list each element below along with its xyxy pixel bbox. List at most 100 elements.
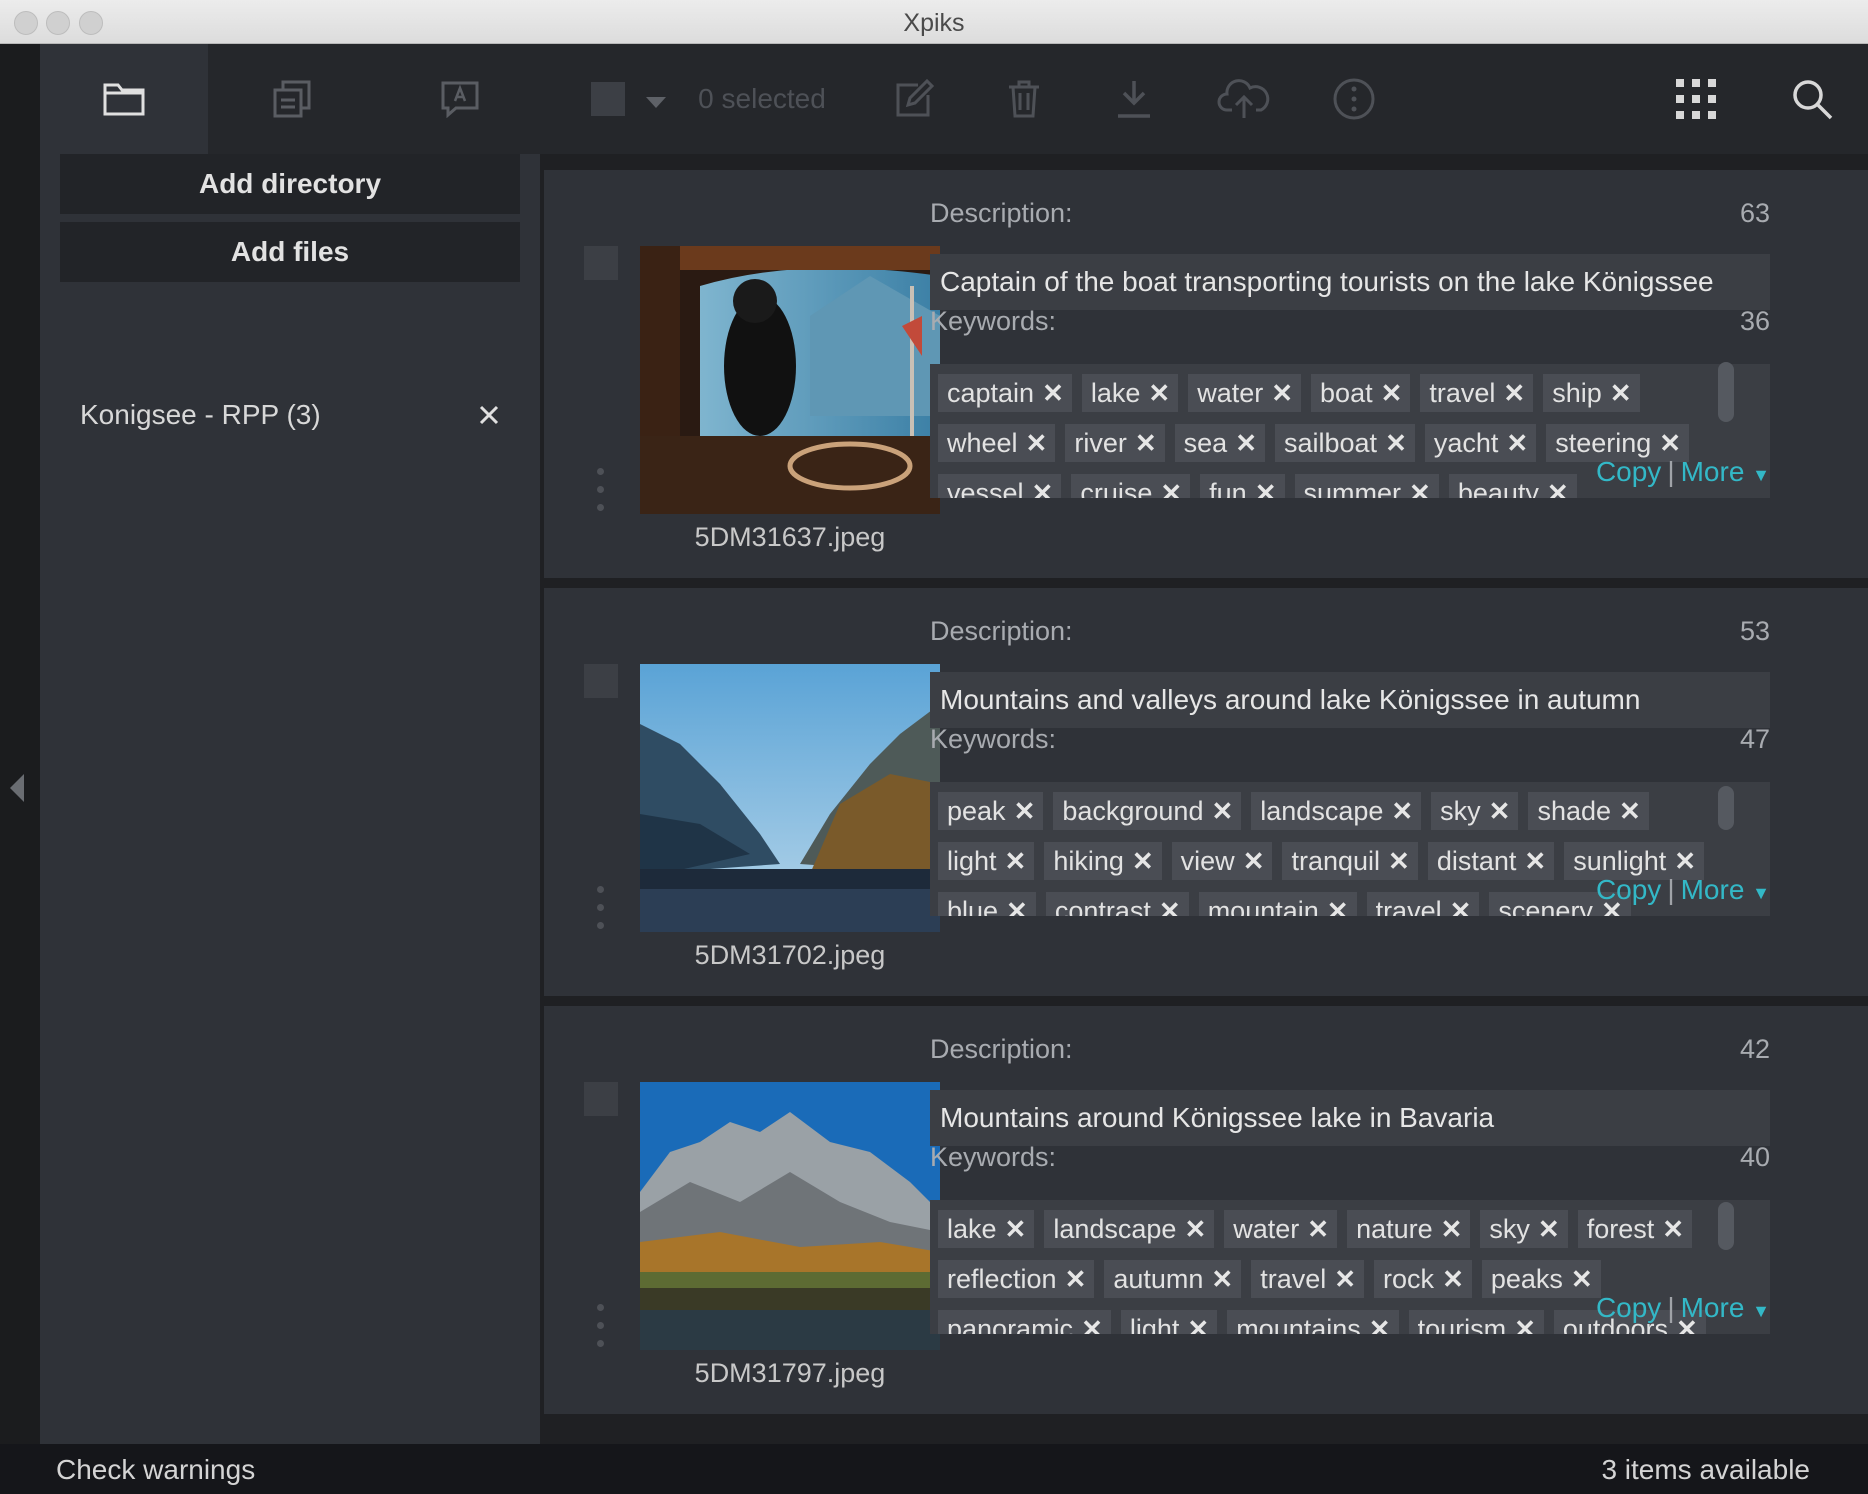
keyword-chip[interactable]: sea ✕ bbox=[1174, 424, 1265, 462]
artwork-checkbox[interactable] bbox=[584, 664, 618, 698]
remove-keyword-icon[interactable]: ✕ bbox=[1065, 1264, 1087, 1295]
remove-keyword-icon[interactable]: ✕ bbox=[1442, 1264, 1464, 1295]
remove-keyword-icon[interactable]: ✕ bbox=[1538, 1214, 1560, 1245]
keyword-chip[interactable]: landscape ✕ bbox=[1251, 792, 1422, 830]
download-button[interactable] bbox=[1106, 44, 1162, 154]
remove-keyword-icon[interactable]: ✕ bbox=[1255, 478, 1277, 499]
remove-keyword-icon[interactable]: ✕ bbox=[1148, 378, 1170, 409]
close-icon[interactable] bbox=[478, 404, 500, 426]
keyword-chip[interactable]: forest ✕ bbox=[1577, 1210, 1693, 1248]
grid-view-button[interactable] bbox=[1668, 44, 1724, 154]
remove-keyword-icon[interactable]: ✕ bbox=[1674, 846, 1696, 877]
remove-keyword-icon[interactable]: ✕ bbox=[1659, 428, 1681, 459]
remove-keyword-icon[interactable]: ✕ bbox=[1014, 796, 1036, 827]
artwork-thumbnail[interactable] bbox=[640, 1082, 940, 1350]
remove-keyword-icon[interactable]: ✕ bbox=[1385, 428, 1407, 459]
select-menu-button[interactable] bbox=[636, 44, 676, 154]
remove-keyword-icon[interactable]: ✕ bbox=[1610, 378, 1632, 409]
keyword-chip[interactable]: blue ✕ bbox=[938, 892, 1036, 916]
keyword-chip[interactable]: lake ✕ bbox=[1081, 374, 1179, 412]
more-dropdown-icon[interactable]: ▼ bbox=[1752, 883, 1770, 903]
keyword-chip[interactable]: tranquil ✕ bbox=[1282, 842, 1418, 880]
copy-link[interactable]: Copy bbox=[1596, 456, 1661, 487]
remove-keyword-icon[interactable]: ✕ bbox=[1211, 796, 1233, 827]
keyword-chip[interactable]: contrast ✕ bbox=[1045, 892, 1189, 917]
remove-keyword-icon[interactable]: ✕ bbox=[1132, 846, 1154, 877]
keyword-chip[interactable]: panoramic ✕ bbox=[938, 1310, 1111, 1334]
remove-keyword-icon[interactable]: ✕ bbox=[1381, 378, 1403, 409]
remove-keyword-icon[interactable]: ✕ bbox=[1032, 478, 1054, 499]
artwork-checkbox[interactable] bbox=[584, 246, 618, 280]
add-directory-button[interactable]: Add directory bbox=[60, 154, 520, 214]
remove-keyword-icon[interactable]: ✕ bbox=[1503, 378, 1525, 409]
keyword-chip[interactable]: landscape ✕ bbox=[1044, 1210, 1215, 1248]
description-field[interactable]: Mountains around Königssee lake in Bavar… bbox=[930, 1090, 1770, 1146]
keyword-chip[interactable]: nature ✕ bbox=[1347, 1210, 1471, 1248]
description-field[interactable]: Mountains and valleys around lake Königs… bbox=[930, 672, 1770, 728]
keyword-chip[interactable]: shade ✕ bbox=[1528, 792, 1649, 830]
remove-keyword-icon[interactable]: ✕ bbox=[1211, 1264, 1233, 1295]
more-options-icon[interactable] bbox=[597, 1304, 605, 1348]
keyword-chip[interactable]: water ✕ bbox=[1188, 374, 1302, 412]
more-dropdown-icon[interactable]: ▼ bbox=[1752, 465, 1770, 485]
keyword-chip[interactable]: travel ✕ bbox=[1420, 374, 1534, 412]
remove-keyword-icon[interactable]: ✕ bbox=[1506, 428, 1528, 459]
keywords-scrollbar[interactable] bbox=[1718, 1202, 1734, 1250]
more-dropdown-icon[interactable]: ▼ bbox=[1752, 1301, 1770, 1321]
more-link[interactable]: More bbox=[1681, 874, 1745, 905]
remove-keyword-icon[interactable]: ✕ bbox=[1619, 796, 1641, 827]
remove-keyword-icon[interactable]: ✕ bbox=[1571, 1264, 1593, 1295]
more-options-icon[interactable] bbox=[597, 468, 605, 512]
remove-keyword-icon[interactable]: ✕ bbox=[1159, 896, 1181, 917]
edit-button[interactable] bbox=[886, 44, 942, 154]
keyword-chip[interactable]: light ✕ bbox=[938, 842, 1035, 880]
directory-item[interactable]: Konigsee - RPP (3) bbox=[80, 390, 500, 440]
remove-keyword-icon[interactable]: ✕ bbox=[1524, 846, 1546, 877]
search-button[interactable] bbox=[1784, 44, 1840, 154]
more-link[interactable]: More bbox=[1681, 456, 1745, 487]
keyword-chip[interactable]: autumn ✕ bbox=[1104, 1260, 1242, 1298]
delete-button[interactable] bbox=[996, 44, 1052, 154]
upload-button[interactable] bbox=[1216, 44, 1272, 154]
keyword-chip[interactable]: fun ✕ bbox=[1200, 474, 1285, 499]
collapse-arrow-icon[interactable] bbox=[10, 774, 24, 802]
keywords-scrollbar[interactable] bbox=[1718, 786, 1734, 830]
artwork-thumbnail[interactable] bbox=[640, 664, 940, 932]
tab-translator[interactable] bbox=[376, 44, 544, 154]
select-all-checkbox[interactable] bbox=[580, 44, 636, 154]
keyword-chip[interactable]: water ✕ bbox=[1224, 1210, 1338, 1248]
check-warnings-link[interactable]: Check warnings bbox=[56, 1454, 255, 1486]
remove-keyword-icon[interactable]: ✕ bbox=[1369, 1314, 1391, 1335]
keyword-chip[interactable]: hiking ✕ bbox=[1044, 842, 1162, 880]
keyword-chip[interactable]: sky ✕ bbox=[1431, 792, 1519, 830]
more-link[interactable]: More bbox=[1681, 1292, 1745, 1323]
remove-keyword-icon[interactable]: ✕ bbox=[1005, 1214, 1027, 1245]
keyword-chip[interactable]: lake ✕ bbox=[938, 1210, 1035, 1248]
remove-keyword-icon[interactable]: ✕ bbox=[1409, 478, 1431, 499]
remove-keyword-icon[interactable]: ✕ bbox=[1081, 1314, 1103, 1335]
remove-keyword-icon[interactable]: ✕ bbox=[1391, 796, 1413, 827]
tab-files[interactable] bbox=[40, 44, 208, 154]
remove-keyword-icon[interactable]: ✕ bbox=[1135, 428, 1157, 459]
keyword-chip[interactable]: view ✕ bbox=[1171, 842, 1273, 880]
keyword-chip[interactable]: summer ✕ bbox=[1294, 474, 1439, 499]
tab-combined-edit[interactable] bbox=[208, 44, 376, 154]
remove-keyword-icon[interactable]: ✕ bbox=[1042, 378, 1064, 409]
add-files-button[interactable]: Add files bbox=[60, 222, 520, 282]
keyword-chip[interactable]: boat ✕ bbox=[1311, 374, 1411, 412]
artwork-checkbox[interactable] bbox=[584, 1082, 618, 1116]
keyword-chip[interactable]: travel ✕ bbox=[1251, 1260, 1365, 1298]
remove-keyword-icon[interactable]: ✕ bbox=[1307, 1214, 1329, 1245]
remove-keyword-icon[interactable]: ✕ bbox=[1026, 428, 1048, 459]
select-checkbox-icon[interactable] bbox=[591, 82, 625, 116]
keyword-chip[interactable]: wheel ✕ bbox=[938, 424, 1056, 462]
keyword-chip[interactable]: ship ✕ bbox=[1543, 374, 1640, 412]
keyword-chip[interactable]: captain ✕ bbox=[938, 374, 1072, 412]
keyword-chip[interactable]: peak ✕ bbox=[938, 792, 1044, 830]
remove-keyword-icon[interactable]: ✕ bbox=[1489, 796, 1511, 827]
keyword-chip[interactable]: reflection ✕ bbox=[938, 1260, 1095, 1298]
info-button[interactable] bbox=[1326, 44, 1382, 154]
remove-keyword-icon[interactable]: ✕ bbox=[1160, 478, 1182, 499]
keyword-chip[interactable]: river ✕ bbox=[1065, 424, 1165, 462]
remove-keyword-icon[interactable]: ✕ bbox=[1184, 1214, 1206, 1245]
